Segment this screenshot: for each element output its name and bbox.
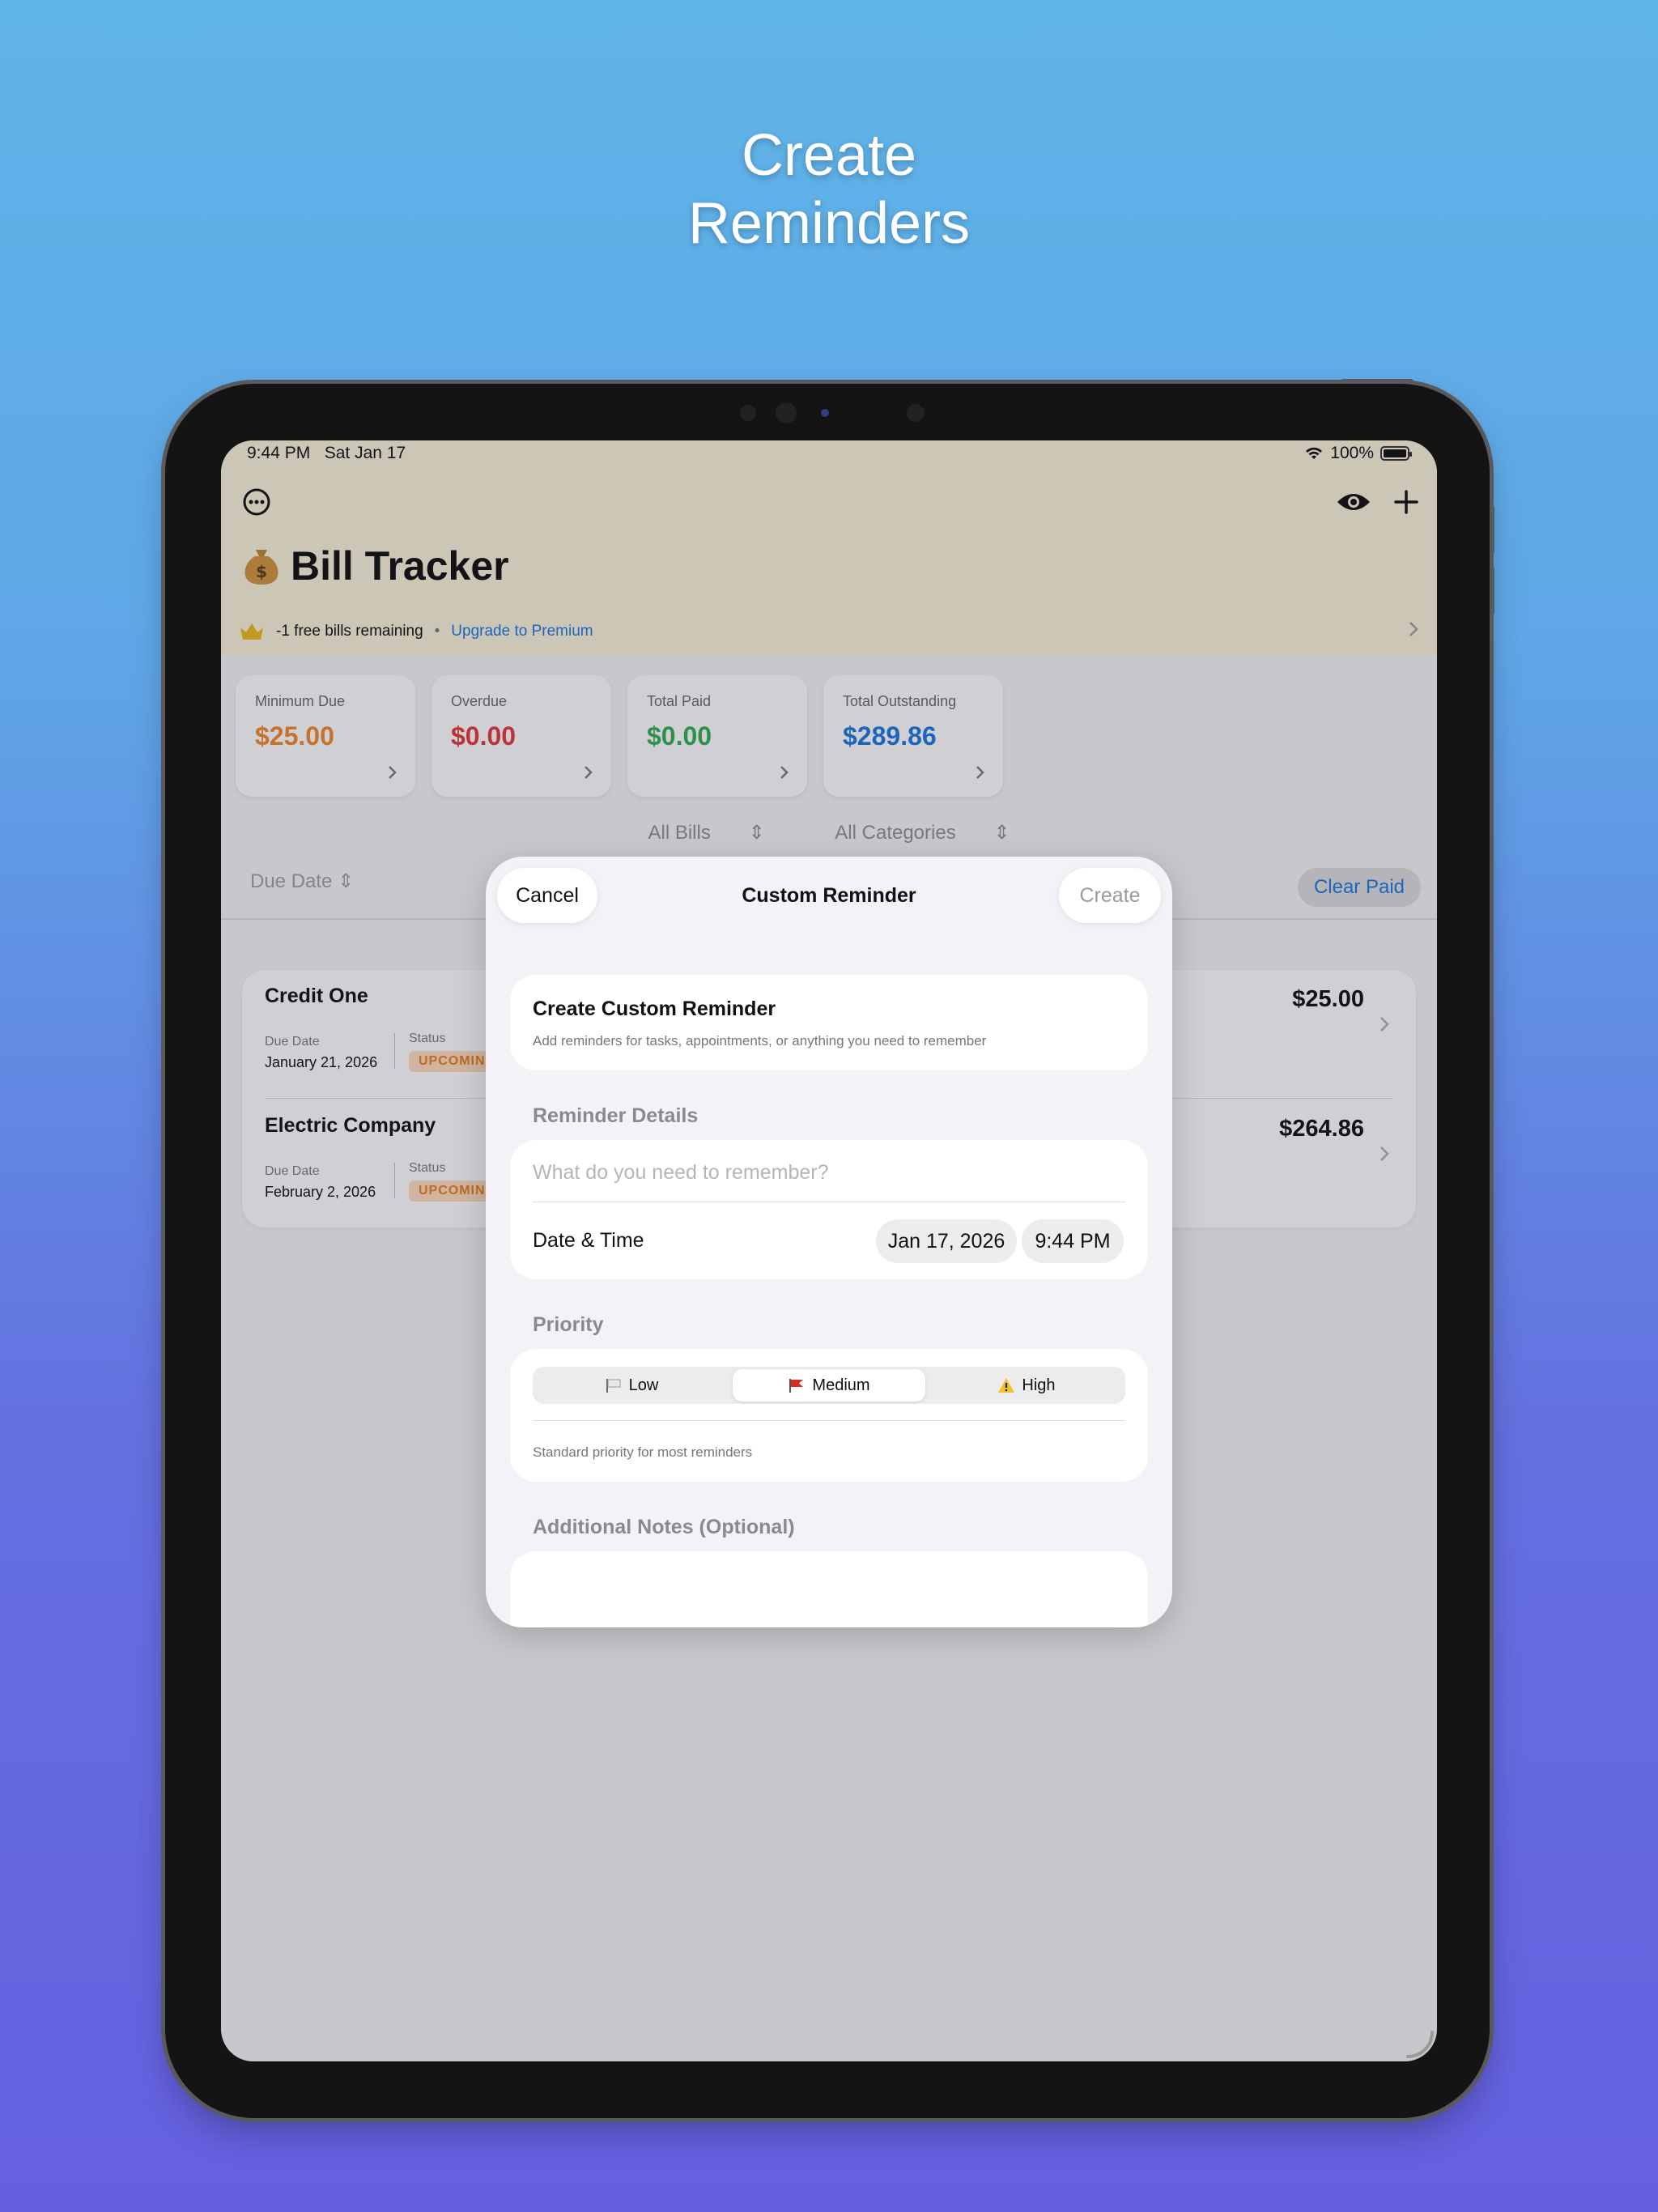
notes-section-label: Additional Notes (Optional) <box>533 1516 795 1538</box>
resize-handle-icon[interactable] <box>1403 2027 1435 2060</box>
priority-section-label: Priority <box>533 1313 604 1336</box>
divider <box>533 1420 1125 1421</box>
headline: Create Reminders <box>0 121 1658 257</box>
top-button <box>1341 379 1414 384</box>
create-button[interactable]: Create <box>1059 868 1161 923</box>
camera-bar <box>732 402 926 423</box>
reminder-title-input[interactable]: What do you need to remember? <box>533 1161 828 1185</box>
red-flag-icon <box>789 1379 804 1393</box>
priority-high-segment[interactable]: High <box>930 1369 1123 1402</box>
headline-line-1: Create <box>741 123 917 188</box>
priority-segmented-control: Low Medium High <box>533 1367 1125 1404</box>
sensor-icon <box>740 405 756 421</box>
priority-description: Standard priority for most reminders <box>533 1444 753 1460</box>
sheet-header: Cancel Custom Reminder Create <box>486 857 1172 933</box>
notes-text-area[interactable] <box>510 1551 1148 1627</box>
intro-subtitle: Add reminders for tasks, appointments, o… <box>533 1033 987 1049</box>
details-card: What do you need to remember? Date & Tim… <box>510 1140 1148 1279</box>
sensor-icon <box>907 404 925 422</box>
warning-icon <box>998 1378 1015 1393</box>
volume-down-button <box>1490 567 1494 615</box>
indicator-icon <box>821 409 829 417</box>
intro-card: Create Custom Reminder Add reminders for… <box>510 975 1148 1070</box>
priority-card: Low Medium High Standard priority for mo… <box>510 1349 1148 1482</box>
date-time-label: Date & Time <box>533 1229 644 1252</box>
priority-low-segment[interactable]: Low <box>535 1369 728 1402</box>
intro-title: Create Custom Reminder <box>533 998 776 1020</box>
white-flag-icon <box>606 1379 621 1393</box>
priority-medium-segment[interactable]: Medium <box>733 1369 925 1402</box>
details-section-label: Reminder Details <box>533 1104 699 1127</box>
date-picker[interactable]: Jan 17, 2026 <box>876 1219 1017 1263</box>
camera-icon <box>776 402 797 423</box>
volume-up-button <box>1490 505 1494 554</box>
time-picker[interactable]: 9:44 PM <box>1022 1219 1124 1263</box>
custom-reminder-sheet: Cancel Custom Reminder Create Create Cus… <box>486 857 1172 1627</box>
headline-line-2: Reminders <box>687 191 971 256</box>
